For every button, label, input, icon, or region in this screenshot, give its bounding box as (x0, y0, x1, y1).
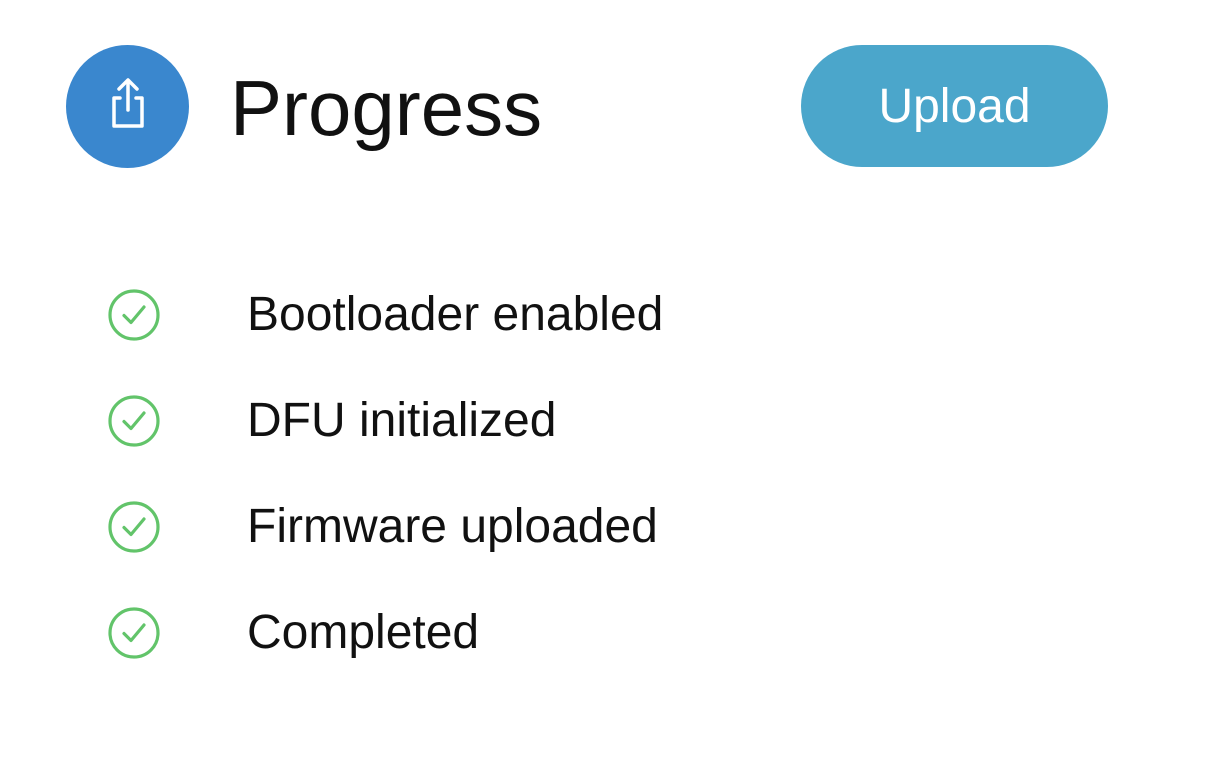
step-label: Completed (247, 606, 480, 659)
upload-button[interactable]: Upload (801, 45, 1108, 167)
step-firmware-uploaded: Firmware uploaded (0, 472, 1206, 578)
page-title: Progress (230, 64, 543, 152)
progress-header: Progress Upload (0, 0, 1206, 200)
checkmark-circle-icon (107, 500, 161, 554)
header-icon-circle (66, 45, 189, 168)
checkmark-circle-icon (107, 394, 161, 448)
share-upload-icon (100, 76, 156, 137)
step-bootloader-enabled: Bootloader enabled (0, 260, 1206, 366)
checkmark-circle-icon (107, 606, 161, 660)
step-dfu-initialized: DFU initialized (0, 366, 1206, 472)
checkmark-circle-icon (107, 288, 161, 342)
step-completed: Completed (0, 578, 1206, 684)
step-label: DFU initialized (247, 394, 557, 447)
step-label: Bootloader enabled (247, 288, 664, 341)
step-label: Firmware uploaded (247, 500, 658, 553)
